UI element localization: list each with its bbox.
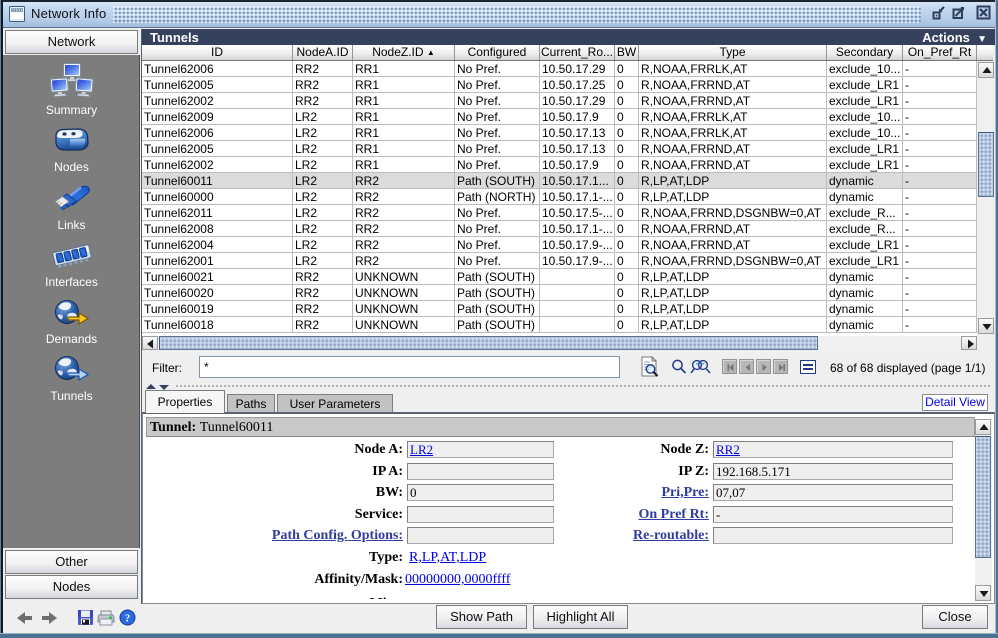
svg-text:?: ? [125,613,131,625]
